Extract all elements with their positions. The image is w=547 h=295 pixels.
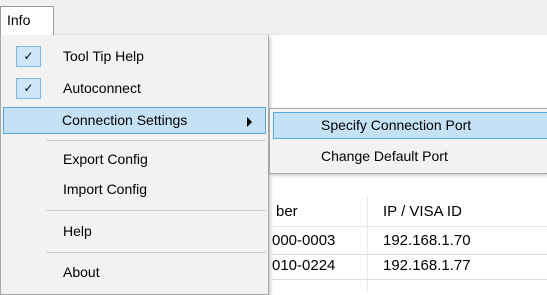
check-icon: ✓ xyxy=(16,46,41,67)
menu-item-autoconnect[interactable]: ✓ Autoconnect xyxy=(3,75,266,102)
menu-item-label: Import Config xyxy=(63,181,148,197)
menu-item-label: Autoconnect xyxy=(63,80,141,96)
submenu-item-label: Change Default Port xyxy=(321,148,448,164)
menu-item-import-config[interactable]: Import Config xyxy=(3,176,266,203)
menu-info-label: Info xyxy=(7,12,31,28)
menu-item-label: Export Config xyxy=(63,151,148,167)
menu-separator xyxy=(46,252,266,253)
column-header-serial: ber xyxy=(276,203,298,220)
submenu-item-specify-connection-port[interactable]: Specify Connection Port xyxy=(273,112,547,139)
menu-item-tool-tip-help[interactable]: ✓ Tool Tip Help xyxy=(3,43,266,70)
menu-info[interactable]: Info xyxy=(0,6,54,35)
menu-item-help[interactable]: Help xyxy=(3,218,266,245)
menu-item-label: About xyxy=(63,264,100,280)
ip-cell: 192.168.1.70 xyxy=(383,232,471,249)
menu-item-label: Tool Tip Help xyxy=(63,48,144,64)
info-dropdown-menu: ✓ Tool Tip Help ✓ Autoconnect Connection… xyxy=(0,35,269,295)
menu-bar: Info xyxy=(0,0,547,35)
table-row[interactable]: 000-0003 192.168.1.70 xyxy=(272,230,547,254)
row-divider xyxy=(272,254,547,255)
row-divider xyxy=(272,279,547,280)
menu-item-about[interactable]: About xyxy=(3,259,266,286)
ip-cell: 192.168.1.77 xyxy=(383,257,471,274)
menu-item-label: Help xyxy=(63,223,92,239)
column-header-ip: IP / VISA ID xyxy=(383,203,462,220)
menu-item-label: Connection Settings xyxy=(62,112,188,128)
table-row[interactable]: 010-0224 192.168.1.77 xyxy=(272,255,547,279)
check-icon: ✓ xyxy=(16,78,41,99)
submenu-item-change-default-port[interactable]: Change Default Port xyxy=(273,143,547,170)
serial-cell: 000-0003 xyxy=(272,232,336,249)
table-header: ber IP / VISA ID xyxy=(272,196,547,227)
menu-item-connection-settings[interactable]: Connection Settings xyxy=(3,107,266,134)
serial-cell: 010-0224 xyxy=(272,257,336,274)
menu-item-export-config[interactable]: Export Config xyxy=(3,146,266,173)
menu-separator xyxy=(46,210,266,211)
connection-settings-submenu: Specify Connection Port Change Default P… xyxy=(269,108,547,174)
submenu-arrow-icon xyxy=(247,117,252,127)
menu-separator xyxy=(46,140,266,141)
submenu-item-label: Specify Connection Port xyxy=(321,117,472,133)
